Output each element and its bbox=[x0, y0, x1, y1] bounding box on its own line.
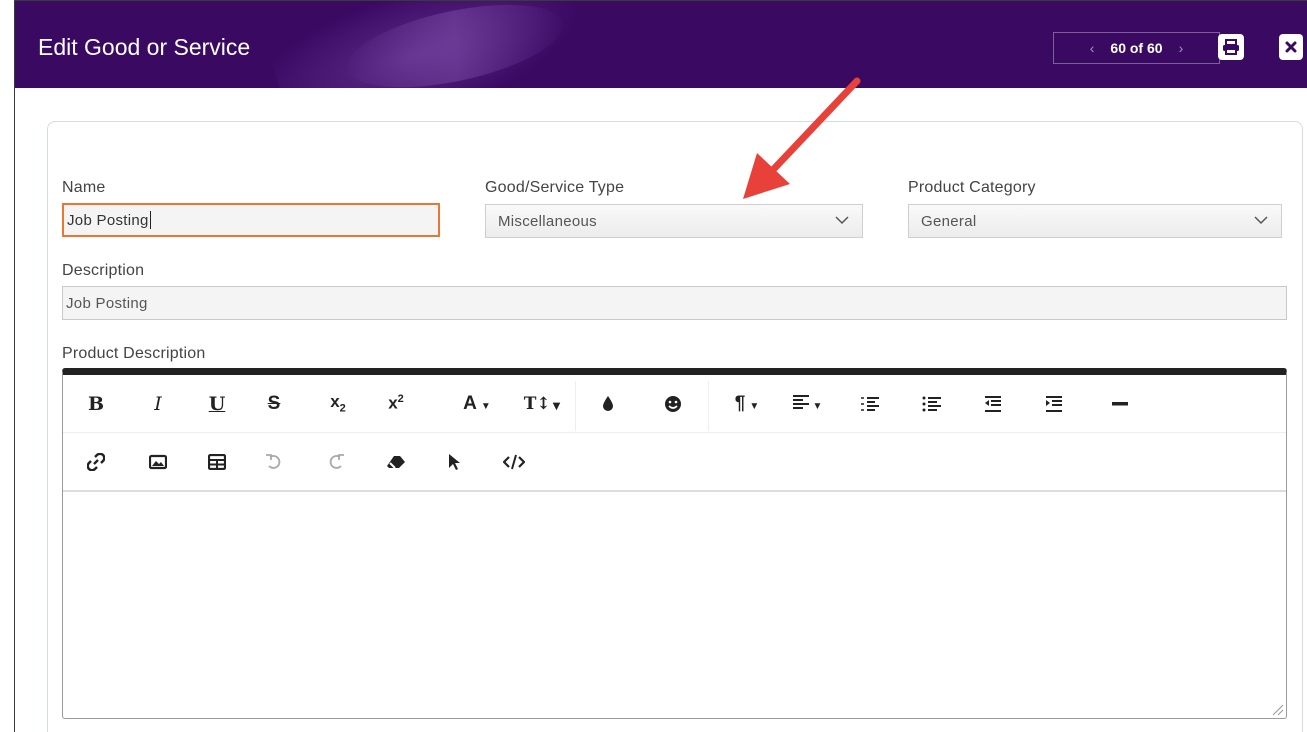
subscript-button[interactable]: x2 bbox=[321, 375, 355, 432]
bold-icon: B bbox=[87, 392, 105, 415]
superscript-icon: x2 bbox=[388, 393, 404, 413]
horizontal-line-icon bbox=[1112, 401, 1128, 405]
superscript-button[interactable]: x2 bbox=[379, 375, 413, 432]
annotation-arrow-icon bbox=[743, 77, 861, 199]
align-button[interactable]: ▼ bbox=[785, 375, 829, 432]
good-service-type-value: Miscellaneous bbox=[498, 212, 597, 230]
redo-icon bbox=[329, 453, 344, 469]
unordered-list-icon bbox=[922, 396, 941, 411]
font-color-button[interactable]: A ▼ bbox=[455, 375, 499, 432]
bold-button[interactable]: B bbox=[81, 375, 111, 432]
chevron-down-icon bbox=[835, 216, 849, 225]
editor-toolbar-row: B I U S x2 x2 A ▼ T↕ ▼ ¶ ▼ ▼ bbox=[63, 375, 1286, 433]
dialog-header: Edit Good or Service ‹ 60 of 60 › bbox=[15, 1, 1307, 88]
prev-record-button[interactable]: ‹ bbox=[1090, 40, 1095, 56]
next-record-button[interactable]: › bbox=[1179, 40, 1184, 56]
product-category-label: Product Category bbox=[908, 179, 1036, 196]
clear-format-icon bbox=[387, 455, 405, 469]
undo-icon bbox=[266, 453, 281, 469]
editor-content-area[interactable] bbox=[63, 493, 1286, 718]
close-icon bbox=[1285, 41, 1297, 53]
emoji-button[interactable] bbox=[658, 375, 688, 432]
name-input[interactable]: Job Posting bbox=[62, 203, 440, 237]
insert-link-button[interactable] bbox=[81, 433, 111, 490]
description-label: Description bbox=[62, 262, 145, 279]
ordered-list-button[interactable] bbox=[855, 375, 885, 432]
select-all-button[interactable] bbox=[439, 433, 469, 490]
italic-icon: I bbox=[154, 392, 162, 415]
name-input-value: Job Posting bbox=[67, 211, 149, 229]
description-input-value: Job Posting bbox=[66, 294, 148, 312]
clear-formatting-button[interactable] bbox=[381, 433, 411, 490]
image-icon bbox=[149, 454, 167, 469]
product-category-select[interactable]: General bbox=[908, 204, 1282, 238]
insert-table-button[interactable] bbox=[202, 433, 232, 490]
horizontal-line-button[interactable] bbox=[1105, 375, 1135, 432]
indent-button[interactable] bbox=[1039, 375, 1069, 432]
text-caret bbox=[149, 211, 151, 229]
undo-button[interactable] bbox=[259, 433, 289, 490]
resize-handle-icon[interactable] bbox=[1270, 702, 1284, 716]
subscript-icon: x2 bbox=[330, 392, 346, 415]
print-icon bbox=[1223, 39, 1239, 55]
color-drop-button[interactable] bbox=[593, 375, 623, 432]
italic-button[interactable]: I bbox=[143, 375, 173, 432]
toolbar-separator bbox=[575, 381, 576, 431]
font-color-icon: A ▼ bbox=[463, 392, 491, 414]
table-icon bbox=[208, 453, 226, 470]
select-all-icon bbox=[449, 453, 460, 470]
product-description-label: Product Description bbox=[62, 345, 206, 362]
code-view-button[interactable] bbox=[497, 433, 531, 490]
paragraph-format-button[interactable]: ¶ ▼ bbox=[725, 375, 769, 432]
outdent-icon bbox=[985, 395, 1001, 412]
record-counter: 60 of 60 bbox=[1110, 40, 1163, 56]
emoji-icon bbox=[665, 395, 681, 412]
link-icon bbox=[87, 452, 105, 471]
dialog-window: Edit Good or Service ‹ 60 of 60 › Name J… bbox=[14, 0, 1307, 732]
description-input[interactable]: Job Posting bbox=[62, 286, 1287, 320]
dialog-title: Edit Good or Service bbox=[38, 34, 251, 60]
editor-toolbar-row bbox=[63, 433, 1286, 492]
underline-button[interactable]: U bbox=[202, 375, 232, 432]
code-view-icon bbox=[503, 454, 525, 469]
strikethrough-button[interactable]: S bbox=[259, 375, 289, 432]
color-drop-icon bbox=[603, 396, 613, 411]
rich-text-editor: B I U S x2 x2 A ▼ T↕ ▼ ¶ ▼ ▼ bbox=[62, 368, 1287, 719]
name-label: Name bbox=[62, 179, 106, 196]
underline-icon: U bbox=[208, 392, 226, 415]
outdent-button[interactable] bbox=[978, 375, 1008, 432]
redo-button[interactable] bbox=[321, 433, 351, 490]
good-service-type-label: Good/Service Type bbox=[485, 179, 625, 196]
ordered-list-icon bbox=[861, 396, 879, 411]
record-pager: ‹ 60 of 60 › bbox=[1053, 32, 1220, 64]
insert-image-button[interactable] bbox=[143, 433, 173, 490]
chevron-down-icon bbox=[1254, 216, 1268, 225]
indent-icon bbox=[1046, 395, 1062, 412]
font-size-button[interactable]: T↕ ▼ bbox=[517, 375, 567, 432]
toolbar-separator bbox=[708, 381, 709, 431]
unordered-list-button[interactable] bbox=[917, 375, 947, 432]
paragraph-format-icon: ¶ ▼ bbox=[734, 392, 760, 414]
print-button[interactable] bbox=[1218, 34, 1244, 60]
close-button[interactable] bbox=[1279, 34, 1303, 60]
font-size-icon: T↕ ▼ bbox=[523, 393, 561, 414]
product-category-value: General bbox=[921, 212, 977, 230]
strikethrough-icon: S bbox=[267, 392, 281, 414]
align-icon: ▼ bbox=[792, 393, 822, 415]
